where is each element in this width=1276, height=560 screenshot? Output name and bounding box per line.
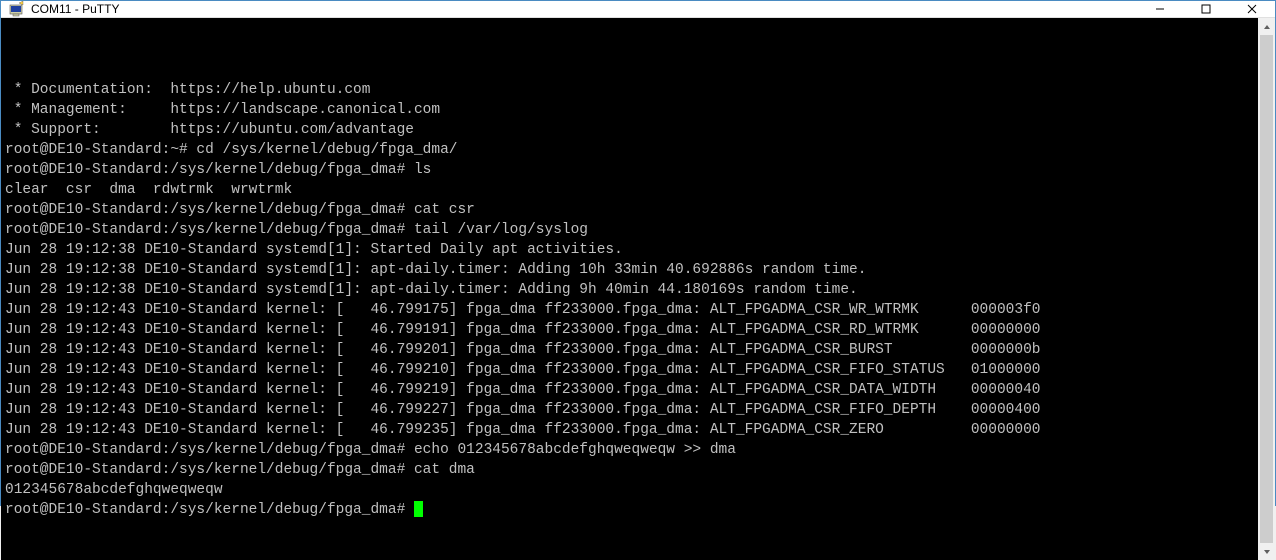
terminal-line: root@DE10-Standard:/sys/kernel/debug/fpg… [5, 200, 1254, 220]
terminal-cursor [414, 501, 423, 517]
terminal-line: Jun 28 19:12:43 DE10-Standard kernel: [ … [5, 360, 1254, 380]
terminal-line: root@DE10-Standard:/sys/kernel/debug/fpg… [5, 160, 1254, 180]
terminal-line: Jun 28 19:12:43 DE10-Standard kernel: [ … [5, 320, 1254, 340]
terminal-line: root@DE10-Standard:/sys/kernel/debug/fpg… [5, 440, 1254, 460]
terminal-line: 012345678abcdefghqweqweqw [5, 480, 1254, 500]
close-button[interactable] [1229, 1, 1275, 17]
terminal-line: clear csr dma rdwtrmk wrwtrmk [5, 180, 1254, 200]
terminal-line: Jun 28 19:12:43 DE10-Standard kernel: [ … [5, 400, 1254, 420]
terminal-line: Jun 28 19:12:38 DE10-Standard systemd[1]… [5, 240, 1254, 260]
putty-icon [9, 1, 25, 17]
terminal-line [5, 60, 1254, 80]
terminal-line: Jun 28 19:12:43 DE10-Standard kernel: [ … [5, 300, 1254, 320]
terminal-line: * Support: https://ubuntu.com/advantage [5, 120, 1254, 140]
terminal[interactable]: * Documentation: https://help.ubuntu.com… [1, 18, 1258, 560]
terminal-line: root@DE10-Standard:/sys/kernel/debug/fpg… [5, 460, 1254, 480]
terminal-line: Jun 28 19:12:38 DE10-Standard systemd[1]… [5, 280, 1254, 300]
terminal-prompt-line: root@DE10-Standard:/sys/kernel/debug/fpg… [5, 500, 1254, 520]
terminal-line: Jun 28 19:12:43 DE10-Standard kernel: [ … [5, 420, 1254, 440]
terminal-line: * Management: https://landscape.canonica… [5, 100, 1254, 120]
terminal-line: Jun 28 19:12:43 DE10-Standard kernel: [ … [5, 380, 1254, 400]
terminal-line: Jun 28 19:12:43 DE10-Standard kernel: [ … [5, 340, 1254, 360]
scrollbar-thumb[interactable] [1260, 35, 1273, 543]
maximize-button[interactable] [1183, 1, 1229, 17]
terminal-line: * Documentation: https://help.ubuntu.com [5, 80, 1254, 100]
terminal-content: * Documentation: https://help.ubuntu.com… [5, 60, 1254, 520]
terminal-prompt: root@DE10-Standard:/sys/kernel/debug/fpg… [5, 502, 414, 518]
terminal-line: root@DE10-Standard:~# cd /sys/kernel/deb… [5, 140, 1254, 160]
vertical-scrollbar[interactable] [1258, 18, 1275, 560]
putty-window: COM11 - PuTTY * Documentation: https://h… [0, 0, 1276, 506]
titlebar[interactable]: COM11 - PuTTY [1, 1, 1275, 18]
minimize-button[interactable] [1137, 1, 1183, 17]
terminal-line: Jun 28 19:12:38 DE10-Standard systemd[1]… [5, 260, 1254, 280]
window-controls [1137, 1, 1275, 17]
scroll-down-button[interactable] [1258, 543, 1275, 560]
terminal-area: * Documentation: https://help.ubuntu.com… [1, 18, 1275, 560]
terminal-line: root@DE10-Standard:/sys/kernel/debug/fpg… [5, 220, 1254, 240]
scroll-up-button[interactable] [1258, 18, 1275, 35]
window-title: COM11 - PuTTY [31, 2, 119, 16]
scrollbar-track[interactable] [1258, 35, 1275, 543]
